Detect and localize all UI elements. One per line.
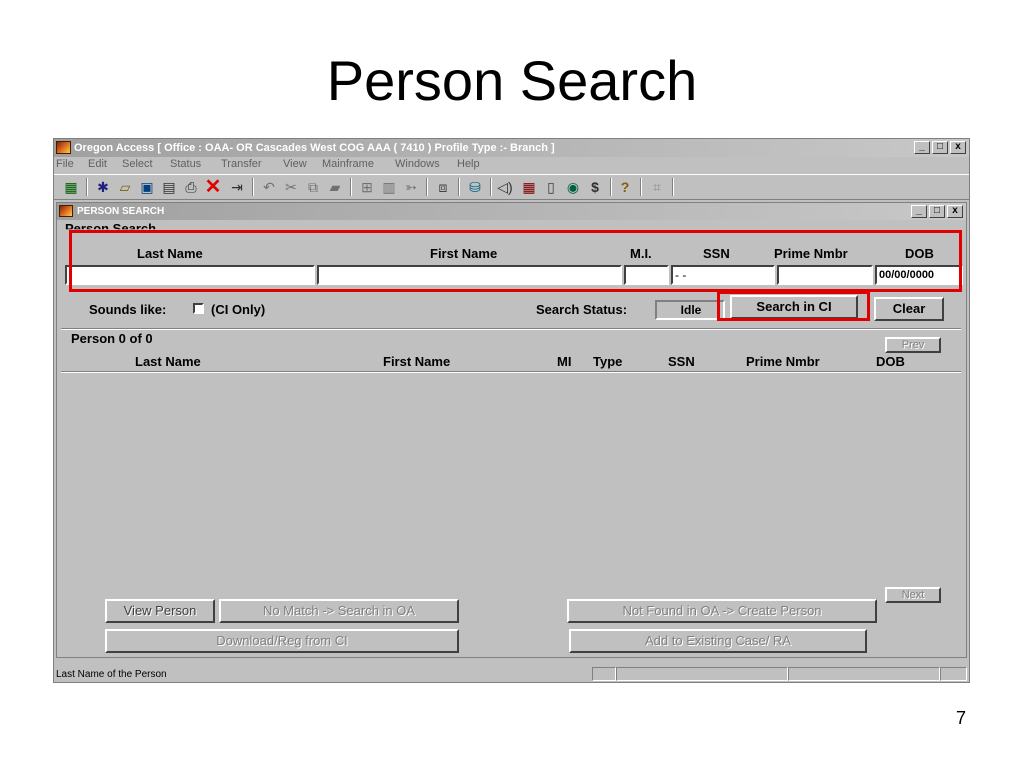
trash-icon[interactable]: ▥	[380, 178, 398, 196]
results-col-last-name: Last Name	[135, 354, 201, 369]
cut-icon[interactable]: ✂	[282, 178, 300, 196]
results-col-type: Type	[593, 354, 623, 369]
results-group-label: Person 0 of 0	[69, 331, 155, 346]
results-col-mi: MI	[557, 354, 572, 369]
paste-icon[interactable]: ▰	[326, 178, 344, 196]
sounds-like-label: Sounds like:	[89, 302, 167, 317]
highlight-search-button	[717, 291, 870, 321]
menu-status[interactable]: Status	[170, 158, 201, 170]
menu-bar: File Edit Select Status Transfer View Ma…	[54, 157, 969, 173]
open-folder-icon[interactable]: ▱	[116, 178, 134, 196]
status-text: Last Name of the Person	[56, 669, 167, 680]
window-titlebar: Oregon Access [ Office : OAA- OR Cascade…	[54, 139, 969, 157]
status-segment-3	[788, 667, 940, 681]
menu-select[interactable]: Select	[122, 158, 153, 170]
inner-close-button[interactable]: x	[947, 205, 963, 218]
results-col-dob: DOB	[876, 354, 905, 369]
prev-button[interactable]: Prev	[885, 337, 941, 353]
dollar-icon[interactable]: $	[586, 178, 604, 196]
search-status-value: Idle	[655, 300, 725, 320]
tile-icon[interactable]: ⧈	[434, 178, 452, 196]
menu-edit[interactable]: Edit	[88, 158, 107, 170]
disk-icon[interactable]: ▤	[160, 178, 178, 196]
undo-icon[interactable]: ↶	[260, 178, 278, 196]
slide-title: Person Search	[326, 49, 698, 112]
eraser-icon[interactable]: ➳	[402, 178, 420, 196]
minimize-button[interactable]: _	[914, 141, 930, 154]
next-button[interactable]: Next	[885, 587, 941, 603]
status-bar: Last Name of the Person	[54, 666, 969, 683]
delete-icon[interactable]: ✕	[204, 177, 222, 197]
calendar-icon[interactable]: ▦	[520, 178, 538, 196]
download-reg-button[interactable]: Download/Reg from CI	[105, 629, 459, 653]
results-header-divider	[61, 371, 961, 373]
help-icon[interactable]: ?	[616, 178, 634, 196]
search-status-label: Search Status:	[536, 302, 628, 317]
results-col-first-name: First Name	[383, 354, 451, 369]
results-col-ssn: SSN	[668, 354, 695, 369]
view-person-button[interactable]: View Person	[105, 599, 215, 623]
inner-titlebar: PERSON SEARCH _ □ x	[57, 203, 966, 220]
close-button[interactable]: x	[950, 141, 966, 154]
results-col-prime-nmbr: Prime Nmbr	[746, 354, 820, 369]
insert-row-icon[interactable]: ⊞	[358, 178, 376, 196]
no-match-button[interactable]: No Match -> Search in OA	[219, 599, 459, 623]
runner-icon[interactable]: ✱	[94, 178, 112, 196]
toolbar: ▦ ✱ ▱ ▣ ▤ ⎙ ✕ ⇥ ↶ ✂ ⧉ ▰ ⊞ ▥ ➳ ⧈ ⛁ ◁) ▦ ▯…	[54, 174, 969, 200]
results-divider	[61, 328, 961, 330]
sound-icon[interactable]: ◁)	[496, 178, 514, 196]
grid2-icon[interactable]: ⌗	[648, 178, 666, 196]
inner-maximize-button[interactable]: □	[929, 205, 945, 218]
network-icon[interactable]: ⛁	[466, 178, 484, 196]
copy-icon[interactable]: ⧉	[304, 178, 322, 196]
highlight-search-fields	[69, 230, 962, 292]
inner-minimize-button[interactable]: _	[911, 205, 927, 218]
book-icon[interactable]: ▯	[542, 178, 560, 196]
inner-window-title: PERSON SEARCH	[77, 206, 165, 217]
sounds-like-checkbox[interactable]	[193, 303, 204, 314]
status-segment-1	[592, 667, 616, 681]
globe-icon[interactable]: ◉	[564, 178, 582, 196]
window-title: Oregon Access [ Office : OAA- OR Cascade…	[74, 142, 555, 154]
resize-grip[interactable]	[940, 667, 967, 681]
grid-icon[interactable]: ▦	[62, 178, 80, 196]
not-found-create-person-button[interactable]: Not Found in OA -> Create Person	[567, 599, 877, 623]
page-number: 7	[955, 708, 966, 728]
clear-button[interactable]: Clear	[874, 297, 944, 321]
sounds-like-note: (CI Only)	[211, 302, 266, 317]
app-icon	[56, 141, 71, 154]
window-icon	[59, 205, 73, 217]
save-icon[interactable]: ▣	[138, 178, 156, 196]
print-icon[interactable]: ⎙	[182, 178, 200, 196]
menu-help[interactable]: Help	[457, 158, 480, 170]
menu-file[interactable]: File	[56, 158, 74, 170]
application-window: Oregon Access [ Office : OAA- OR Cascade…	[53, 138, 970, 683]
add-existing-case-button[interactable]: Add to Existing Case/ RA	[569, 629, 867, 653]
menu-windows[interactable]: Windows	[395, 158, 440, 170]
exit-icon[interactable]: ⇥	[228, 178, 246, 196]
person-search-window: PERSON SEARCH _ □ x Person Search Last N…	[56, 202, 967, 658]
status-segment-2	[616, 667, 788, 681]
menu-view[interactable]: View	[283, 158, 307, 170]
menu-mainframe[interactable]: Mainframe	[322, 158, 374, 170]
menu-transfer[interactable]: Transfer	[221, 158, 262, 170]
maximize-button[interactable]: □	[932, 141, 948, 154]
